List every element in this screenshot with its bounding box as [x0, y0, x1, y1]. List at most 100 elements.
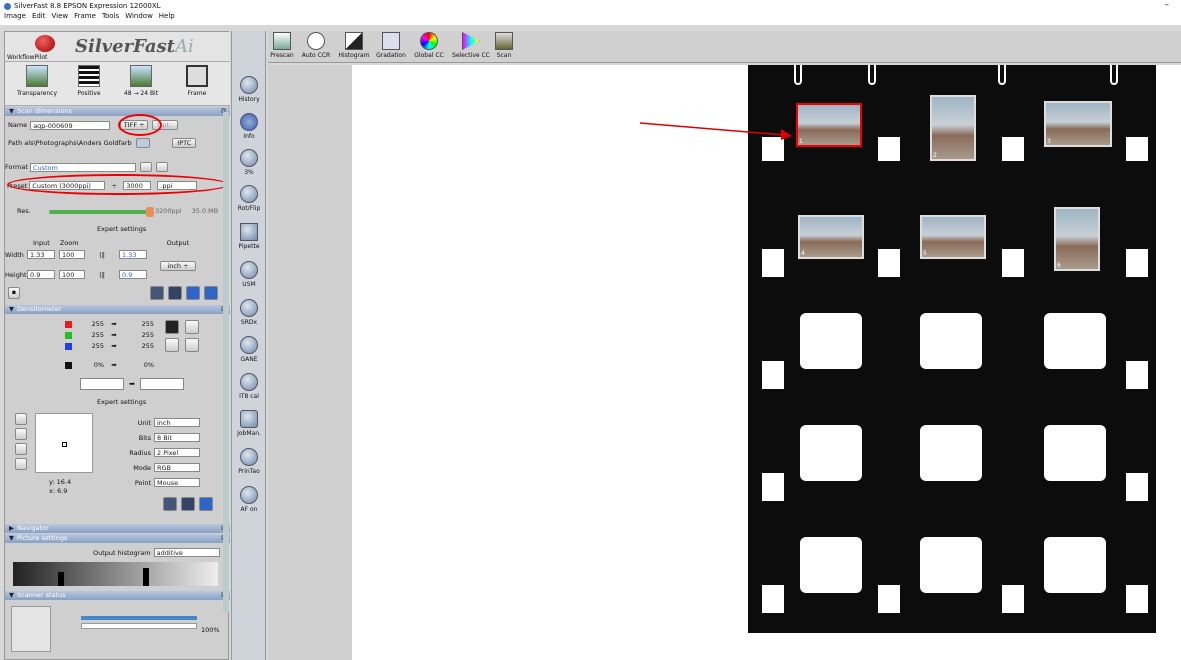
- radius-select[interactable]: 2 Pixel: [154, 448, 200, 457]
- tool-history[interactable]: History: [234, 76, 264, 103]
- mode-frame[interactable]: Frame: [177, 65, 217, 97]
- menu-window[interactable]: Window: [125, 12, 153, 23]
- dens-k-out: 0%: [143, 361, 154, 369]
- expert-settings-1[interactable]: Expert settings: [97, 225, 146, 233]
- output-unit-select[interactable]: inch ÷: [160, 261, 196, 271]
- menu-edit[interactable]: Edit: [32, 12, 46, 23]
- section-scan-dimensions[interactable]: ▼ Scan dimensions ⧉: [5, 107, 230, 116]
- white-point-icon[interactable]: [185, 320, 199, 334]
- ring-icon[interactable]: [15, 458, 27, 470]
- tool-usm[interactable]: USM: [234, 261, 264, 288]
- format-select[interactable]: Custom: [29, 162, 136, 172]
- mode-bitdepth[interactable]: 48 → 24 Bit: [121, 65, 161, 97]
- height-output[interactable]: 0.9: [119, 270, 147, 279]
- toolbar-scan[interactable]: Scan: [494, 32, 514, 59]
- expert-settings-2[interactable]: Expert settings: [97, 398, 146, 406]
- tool-printao[interactable]: PrinTao: [234, 448, 264, 475]
- magnify-icon[interactable]: [186, 286, 200, 300]
- tool-label: JobMan.: [237, 430, 261, 437]
- film-frame-6[interactable]: 6: [1054, 207, 1100, 271]
- left-panel-scrollbar[interactable]: [223, 112, 229, 612]
- tool-rotflip[interactable]: Rot/Flip: [234, 185, 264, 212]
- grid-icon[interactable]: [15, 443, 27, 455]
- section-picture-settings[interactable]: ▼Picture settings⧉: [5, 534, 230, 543]
- menu-frame[interactable]: Frame: [74, 12, 96, 23]
- global-cc-icon: [420, 32, 438, 50]
- height-zoom[interactable]: 100: [59, 270, 85, 279]
- tool-pipette[interactable]: Pipette: [234, 223, 264, 250]
- landscape-button[interactable]: [155, 162, 168, 172]
- tool-autofocus[interactable]: AF on: [234, 486, 264, 513]
- target-icon[interactable]: [15, 413, 27, 425]
- toolbar-selective-cc[interactable]: Selective CC: [450, 32, 492, 59]
- tool-info[interactable]: Info: [234, 113, 264, 140]
- toolbar-histogram[interactable]: Histogram: [338, 32, 370, 59]
- resolution-slider-knob[interactable]: [146, 207, 154, 217]
- arrow-icon: ➡: [129, 380, 135, 388]
- folder-button[interactable]: [136, 138, 151, 148]
- histogram-peak: [143, 568, 149, 586]
- holder-hole: [1126, 137, 1148, 161]
- pipette-black-icon[interactable]: [165, 338, 179, 352]
- crosshair-icon[interactable]: [15, 428, 27, 440]
- link-icon[interactable]: ⟨∥: [85, 271, 119, 279]
- portrait-button[interactable]: [139, 162, 152, 172]
- toolbar-gradation[interactable]: Gradation: [374, 32, 408, 59]
- toolbar-global-cc[interactable]: Global CC: [412, 32, 446, 59]
- mode-transparency[interactable]: Transparency: [17, 65, 57, 97]
- mode-positive[interactable]: Positive: [69, 65, 109, 97]
- section-scanner-status[interactable]: ▼Scanner status⧉: [5, 591, 230, 600]
- toolbar-prescan[interactable]: Prescan: [268, 32, 296, 59]
- menu-view[interactable]: View: [52, 12, 69, 23]
- section-densitometer[interactable]: ▼Densitometer⧉: [5, 305, 230, 314]
- tool-label: PrinTao: [238, 468, 260, 475]
- film-frame-3[interactable]: 3: [1044, 101, 1112, 147]
- iptc-button[interactable]: IPTC: [172, 138, 197, 148]
- film-frame-4[interactable]: 4: [798, 215, 864, 259]
- mode-select[interactable]: RGB: [154, 463, 200, 472]
- tool-gane[interactable]: GANE: [234, 336, 264, 363]
- film-frame-1[interactable]: 1: [796, 103, 862, 147]
- toolbar-auto-ccr[interactable]: Auto CCR: [300, 32, 332, 59]
- menu-help[interactable]: Help: [159, 12, 175, 23]
- section-navigator[interactable]: ▶Navigator⧉: [5, 524, 230, 533]
- histogram-select[interactable]: additive: [153, 548, 220, 557]
- workflow-pilot-icon[interactable]: [35, 35, 55, 52]
- settings-icon[interactable]: [150, 286, 164, 300]
- tool-jobmanager[interactable]: JobMan.: [234, 410, 264, 437]
- link-icon[interactable]: ⟨∥: [85, 251, 119, 259]
- tool-it8[interactable]: IT8 cal: [234, 373, 264, 400]
- gradation-icon: [382, 32, 400, 50]
- width-output[interactable]: 1.33: [119, 250, 147, 259]
- magnify-icon[interactable]: [199, 497, 213, 511]
- dens-r-in: 255: [91, 320, 104, 328]
- graduate-icon[interactable]: [181, 497, 195, 511]
- tool-zoom[interactable]: 3%: [234, 149, 264, 176]
- dens-target-out[interactable]: [140, 378, 184, 390]
- preview-area[interactable]: 1 2 3 4 5 6: [268, 65, 1181, 660]
- black-point-icon[interactable]: [165, 320, 179, 334]
- name-field[interactable]: agp-000609: [30, 120, 111, 130]
- tool-srdx[interactable]: SRDx: [234, 299, 264, 326]
- dens-target-in[interactable]: [80, 378, 124, 390]
- point-select[interactable]: Mouse: [154, 478, 200, 487]
- film-frame-2[interactable]: 2: [930, 95, 976, 161]
- bits-select[interactable]: 8 Bit: [154, 433, 200, 442]
- save-icon[interactable]: ▪: [8, 287, 20, 299]
- width-zoom[interactable]: 100: [59, 250, 85, 259]
- width-input[interactable]: 1.33: [27, 250, 55, 259]
- height-input[interactable]: 0.9: [27, 270, 55, 279]
- resolution-slider[interactable]: [49, 207, 154, 217]
- settings-icon[interactable]: [163, 497, 177, 511]
- blue-swatch: [65, 342, 72, 350]
- minimize-button[interactable]: –: [1165, 0, 1170, 10]
- gear-icon[interactable]: [168, 286, 182, 300]
- unit-select[interactable]: inch: [154, 418, 200, 427]
- menu-image[interactable]: Image: [4, 12, 26, 23]
- film-frame-5[interactable]: 5: [920, 215, 986, 259]
- menu-tools[interactable]: Tools: [102, 12, 119, 23]
- pipette-white-icon[interactable]: [185, 338, 199, 352]
- dens-mode-buttons: [15, 413, 27, 473]
- refresh-icon[interactable]: [204, 286, 218, 300]
- dens-g-out: 255: [141, 331, 154, 339]
